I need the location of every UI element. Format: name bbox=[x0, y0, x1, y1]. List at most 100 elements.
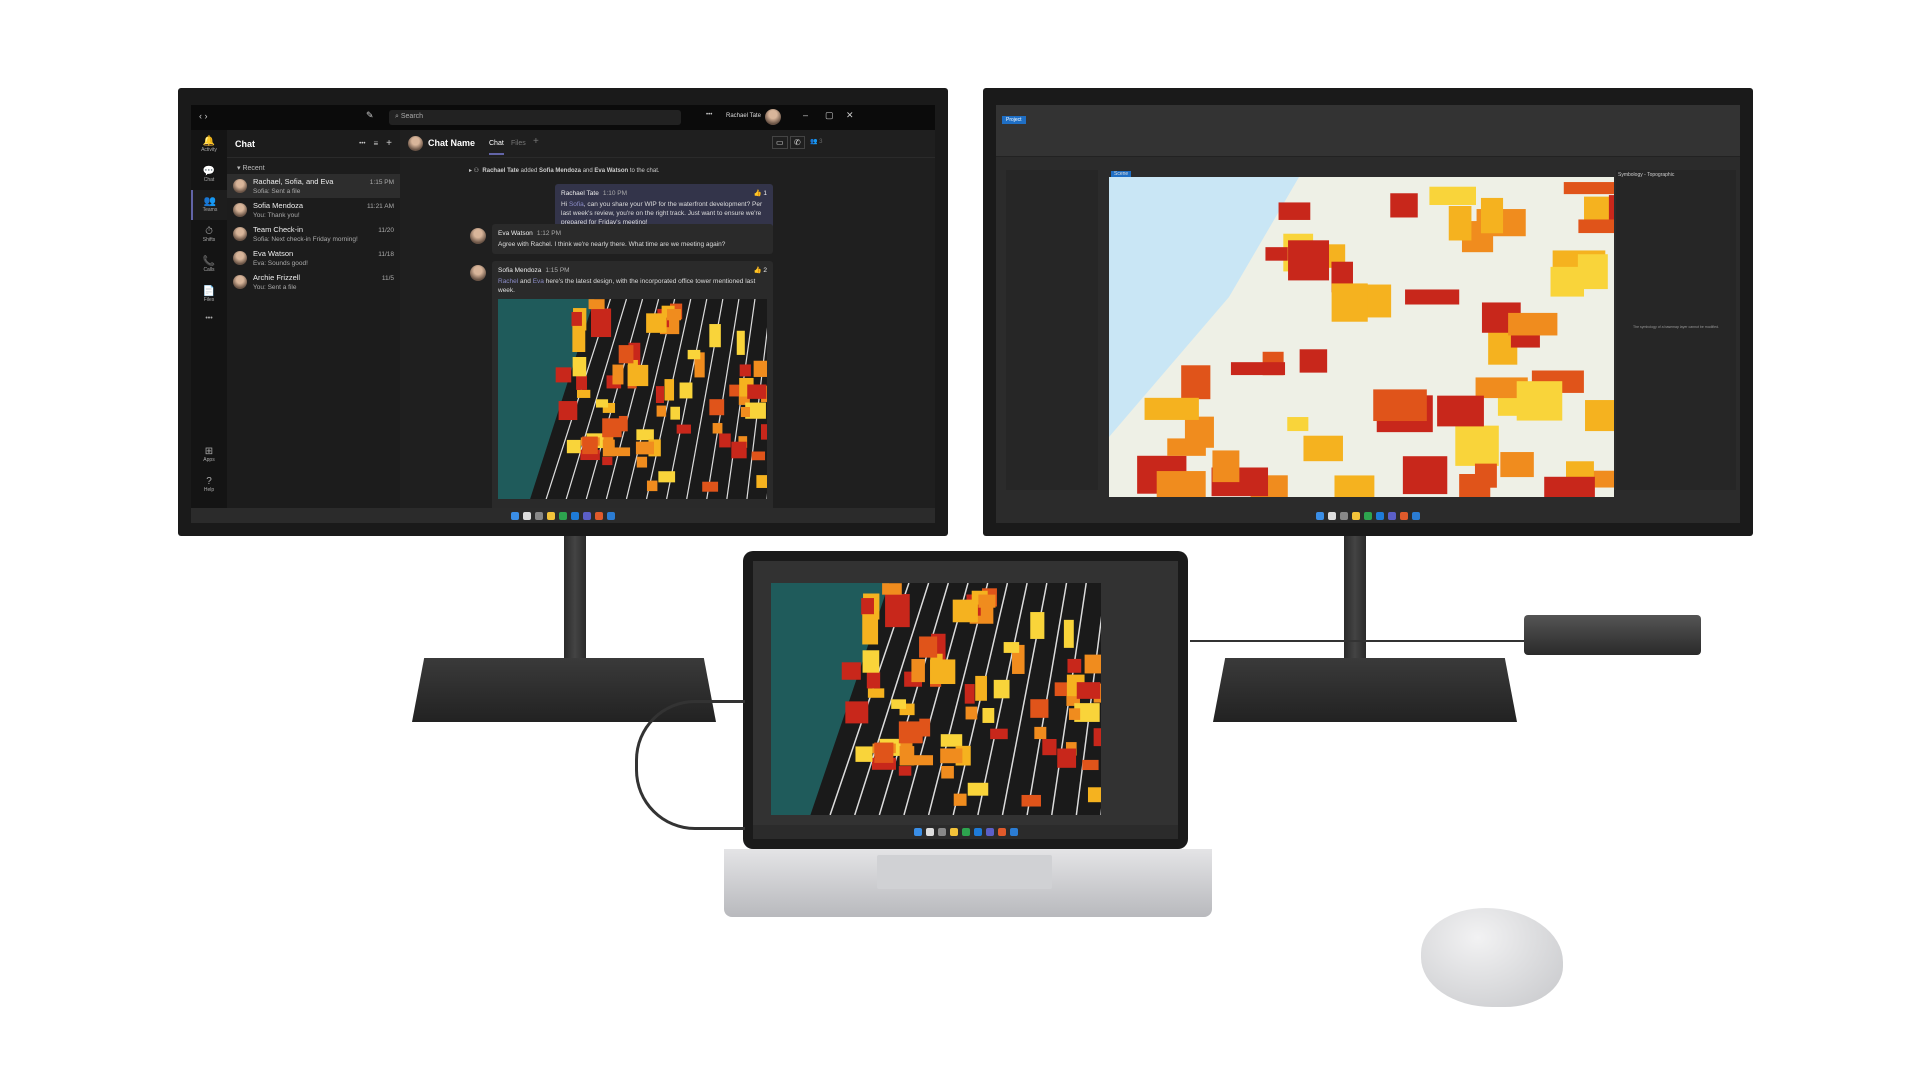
taskbar-app-icon[interactable] bbox=[937, 828, 946, 836]
bell-icon: 🔔 bbox=[202, 136, 216, 147]
taskbar-app-icon[interactable] bbox=[523, 511, 531, 520]
mention[interactable]: Rachel bbox=[498, 278, 518, 285]
rail-shifts[interactable]: ⏱ Shifts bbox=[191, 220, 227, 250]
audio-call-button[interactable]: ✆ bbox=[790, 136, 805, 149]
taskbar-app-icon[interactable] bbox=[997, 828, 1006, 836]
building bbox=[636, 456, 648, 468]
reaction-badge[interactable]: 👍 2 bbox=[753, 266, 767, 275]
building bbox=[736, 330, 745, 355]
scene-map-view[interactable] bbox=[1109, 177, 1614, 497]
taskbar-app-icon[interactable] bbox=[511, 511, 519, 520]
building bbox=[1030, 699, 1049, 718]
taskbar-app-icon[interactable] bbox=[1352, 511, 1360, 520]
building bbox=[635, 441, 655, 455]
minimize-button[interactable]: – bbox=[803, 110, 808, 120]
building bbox=[967, 782, 989, 796]
taskbar-app-icon[interactable] bbox=[985, 828, 994, 836]
message-sofia[interactable]: Sofia Mendoza 1:15 PM 👍 2 Rachel and Eva h… bbox=[492, 261, 773, 516]
building bbox=[940, 748, 963, 764]
more-apps-button[interactable]: ••• bbox=[191, 310, 227, 326]
building bbox=[919, 718, 931, 737]
chat-list-item[interactable]: Rachael, Sofia, and Eva Sofia: Sent a fil… bbox=[227, 174, 400, 198]
building bbox=[941, 765, 954, 779]
building bbox=[1278, 202, 1311, 220]
taskbar-app-icon[interactable] bbox=[535, 511, 543, 520]
participants-button[interactable]: 👥 3 bbox=[810, 138, 822, 145]
tab-chat[interactable]: Chat bbox=[489, 140, 504, 155]
user-avatar[interactable] bbox=[765, 109, 781, 125]
recent-section-header[interactable]: ▾ Recent bbox=[227, 158, 400, 174]
taskbar-app-icon[interactable] bbox=[583, 511, 591, 520]
back-forward-buttons[interactable]: ‹ › bbox=[199, 111, 208, 121]
taskbar-app-icon[interactable] bbox=[571, 511, 579, 520]
taskbar-app-icon[interactable] bbox=[973, 828, 982, 836]
building bbox=[576, 389, 591, 398]
taskbar-app-icon[interactable] bbox=[547, 511, 555, 520]
taskbar-app-icon[interactable] bbox=[1388, 511, 1396, 520]
taskbar-app-icon[interactable] bbox=[925, 828, 934, 836]
files-icon: 📄 bbox=[202, 286, 216, 297]
new-chat-icon[interactable]: + bbox=[386, 138, 392, 149]
chat-list-item[interactable]: Archie Frizzell You: Sent a file 11/5 bbox=[227, 270, 400, 294]
search-input[interactable]: ⌕ Search bbox=[389, 110, 681, 125]
chat-list-title[interactable]: Chat bbox=[235, 139, 359, 149]
rail-calls[interactable]: 📞 Calls bbox=[191, 250, 227, 280]
taskbar-app-icon[interactable] bbox=[961, 828, 970, 836]
building bbox=[670, 406, 680, 420]
mention[interactable]: Eva bbox=[533, 278, 544, 285]
compose-icon[interactable]: ✎ bbox=[366, 110, 374, 121]
chat-time: 11:21 AM bbox=[367, 203, 394, 210]
search-placeholder: Search bbox=[400, 113, 424, 120]
taskbar-app-icon[interactable] bbox=[913, 828, 922, 836]
close-button[interactable]: ✕ bbox=[846, 110, 854, 121]
filter-icon[interactable]: ≡ bbox=[373, 139, 378, 148]
artboard-city-design[interactable] bbox=[771, 583, 1101, 815]
building bbox=[588, 299, 605, 310]
reaction-badge[interactable]: 👍 1 bbox=[753, 189, 767, 198]
timestamp: 1:10 PM bbox=[602, 190, 628, 197]
rail-files[interactable]: 📄 Files bbox=[191, 280, 227, 310]
add-tab-icon[interactable]: + bbox=[533, 136, 539, 147]
rail-teams[interactable]: 👥 Teams bbox=[191, 190, 227, 220]
chat-preview: Sofia: Next check-in Friday morning! bbox=[253, 235, 358, 243]
taskbar-app-icon[interactable] bbox=[1412, 511, 1420, 520]
taskbar-app-icon[interactable] bbox=[607, 511, 615, 520]
message-eva[interactable]: Eva Watson 1:12 PM Agree with Rachel. I t… bbox=[492, 224, 773, 254]
more-icon[interactable]: ••• bbox=[359, 141, 365, 147]
building bbox=[1334, 475, 1375, 497]
rail-chat[interactable]: 💬 Chat bbox=[191, 160, 227, 190]
taskbar-app-icon[interactable] bbox=[949, 828, 958, 836]
mention[interactable]: Sofia bbox=[569, 201, 584, 208]
taskbar-app-icon[interactable] bbox=[1376, 511, 1384, 520]
chat-list-item[interactable]: Eva Watson Eva: Sounds good! 11/18 bbox=[227, 246, 400, 270]
taskbar-app-icon[interactable] bbox=[1328, 511, 1336, 520]
taskbar-app-icon[interactable] bbox=[1364, 511, 1372, 520]
rail-apps[interactable]: ⊞ Apps bbox=[191, 440, 227, 470]
chat-list-item[interactable]: Team Check-in Sofia: Next check-in Friday… bbox=[227, 222, 400, 246]
tab-files[interactable]: Files bbox=[511, 140, 526, 147]
building bbox=[702, 481, 719, 492]
taskbar-app-icon[interactable] bbox=[1400, 511, 1408, 520]
building bbox=[709, 324, 721, 348]
more-options-button[interactable]: ••• bbox=[706, 112, 712, 118]
taskbar-app-icon[interactable] bbox=[1340, 511, 1348, 520]
taskbar-app-icon[interactable] bbox=[1009, 828, 1018, 836]
taskbar-app-icon[interactable] bbox=[1316, 511, 1324, 520]
chat-title[interactable]: Chat Name bbox=[428, 138, 475, 148]
taskbar-app-icon[interactable] bbox=[595, 511, 603, 520]
avatar bbox=[233, 275, 247, 289]
video-call-button[interactable]: ▭ bbox=[772, 136, 788, 149]
rail-activity[interactable]: 🔔 Activity bbox=[191, 130, 227, 160]
rail-label: Activity bbox=[201, 147, 217, 153]
building bbox=[612, 364, 624, 385]
project-tab[interactable]: Project bbox=[1002, 116, 1026, 124]
chat-time: 1:15 PM bbox=[369, 179, 394, 186]
chat-list-item[interactable]: Sofia Mendoza You: Thank you! 11:21 AM bbox=[227, 198, 400, 222]
shared-design-image[interactable] bbox=[498, 299, 767, 499]
building bbox=[1480, 197, 1504, 234]
taskbar-app-icon[interactable] bbox=[559, 511, 567, 520]
building bbox=[1265, 247, 1288, 261]
rail-help[interactable]: ? Help bbox=[191, 470, 227, 500]
building bbox=[964, 684, 975, 704]
maximize-button[interactable]: ▢ bbox=[825, 110, 834, 121]
